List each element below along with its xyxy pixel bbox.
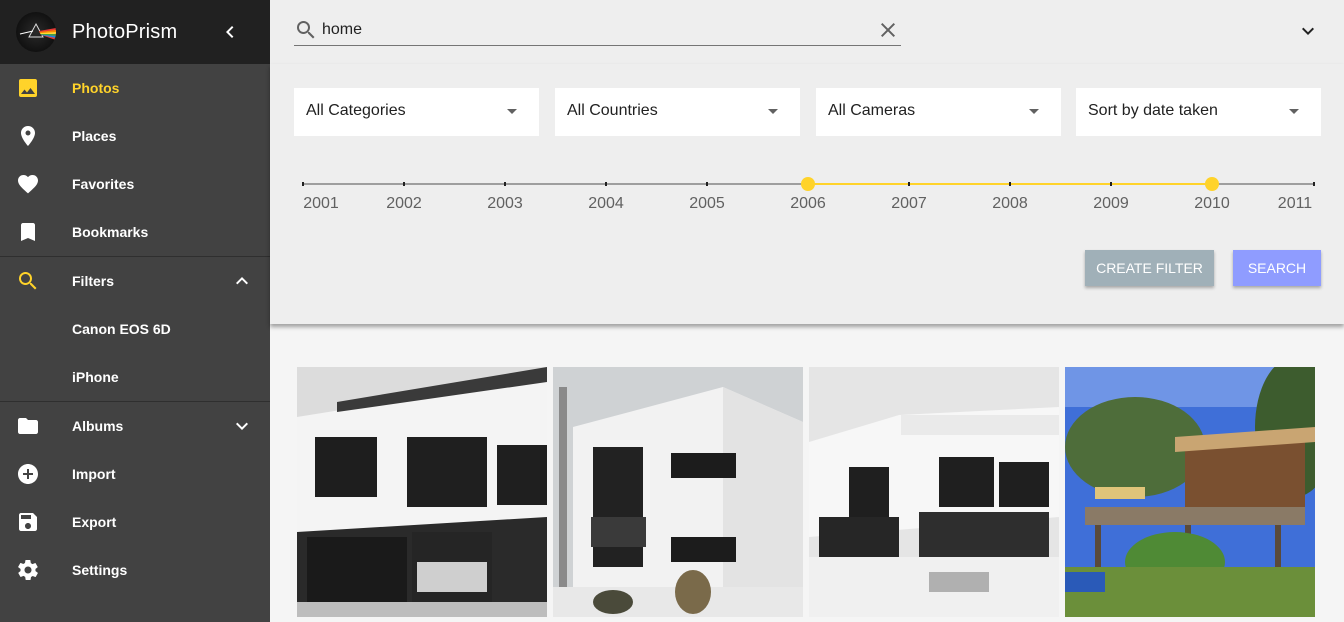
slider-tick <box>403 182 405 186</box>
gear-icon <box>18 560 38 580</box>
bookmark-icon <box>21 223 35 241</box>
slider-tick-label: 2010 <box>1194 195 1230 212</box>
slider-tick-label: 2002 <box>386 195 422 212</box>
slider-tick-label: 2004 <box>588 195 624 212</box>
dropdown-arrow-icon <box>768 109 778 114</box>
chevron-up-icon <box>236 277 248 285</box>
brand-bar: PhotoPrism <box>0 0 270 64</box>
search-toolbar <box>270 0 1344 64</box>
sidebar-item-import[interactable]: Import <box>0 450 270 498</box>
slider-tick <box>504 182 506 186</box>
sidebar-item-label: Settings <box>72 562 128 578</box>
sidebar-item-label: Import <box>72 466 116 482</box>
category-select[interactable]: All Categories <box>294 88 539 136</box>
place-icon <box>21 126 35 146</box>
sidebar-item-export[interactable]: Export <box>0 498 270 546</box>
year-range-slider[interactable]: 2001 2002 2003 2004 2005 2006 2007 2008 2009 2010… <box>302 176 1315 216</box>
create-filter-button[interactable]: Create Filter <box>1085 250 1214 286</box>
search-input[interactable] <box>322 18 862 42</box>
dropdown-arrow-icon <box>507 109 517 114</box>
sidebar-item-settings[interactable]: Settings <box>0 546 270 594</box>
slider-tick-label: 2011 <box>1277 195 1313 212</box>
slider-tick <box>1009 182 1011 186</box>
photo-card[interactable] <box>553 367 803 617</box>
add-circle-icon <box>18 464 38 484</box>
slider-tick <box>605 182 607 186</box>
sidebar-item-label: Canon EOS 6D <box>72 321 171 337</box>
slider-thumb-end[interactable] <box>1205 177 1219 191</box>
app-title: PhotoPrism <box>72 20 178 43</box>
sidebar-item-label: Places <box>72 128 117 144</box>
category-select-value: All Categories <box>306 102 406 119</box>
slider-tick <box>302 182 304 186</box>
chevron-left-icon[interactable] <box>218 20 242 44</box>
sidebar-item-places[interactable]: Places <box>0 112 270 160</box>
camera-select[interactable]: All Cameras <box>816 88 1061 136</box>
sidebar-item-label: Filters <box>72 273 115 289</box>
sidebar-item-canon-eos-6d[interactable]: Canon EOS 6D <box>0 305 270 353</box>
close-icon[interactable] <box>876 18 900 42</box>
nav-list-bottom: Albums Import Export Settings <box>0 402 270 594</box>
save-icon <box>19 513 37 531</box>
sidebar-item-iphone[interactable]: iPhone <box>0 353 270 401</box>
sidebar-item-label: Favorites <box>72 176 135 192</box>
search-icon <box>19 272 37 290</box>
folder-icon <box>18 418 38 434</box>
sort-select-value: Sort by date taken <box>1088 102 1218 119</box>
chevron-down-icon <box>236 422 248 430</box>
slider-tick-label: 2005 <box>689 195 725 212</box>
sort-select[interactable]: Sort by date taken <box>1076 88 1321 136</box>
slider-tick-label: 2007 <box>891 195 927 212</box>
sidebar-item-label: Albums <box>72 418 124 434</box>
sidebar-item-bookmarks[interactable]: Bookmarks <box>0 208 270 256</box>
slider-tick <box>1110 182 1112 186</box>
slider-tick-label: 2006 <box>790 195 826 212</box>
app-logo <box>16 12 56 52</box>
slider-tick-label: 2003 <box>487 195 523 212</box>
sidebar-item-label: Export <box>72 514 117 530</box>
image-icon <box>19 79 37 97</box>
slider-tick-label: 2008 <box>992 195 1028 212</box>
country-select-value: All Countries <box>567 102 658 119</box>
photo-card[interactable] <box>809 367 1059 617</box>
sidebar: PhotoPrism Photos Places Favorites Bookm… <box>0 0 270 622</box>
sidebar-item-label: Bookmarks <box>72 224 149 240</box>
camera-select-value: All Cameras <box>828 102 916 119</box>
dropdown-arrow-icon <box>1289 109 1299 114</box>
photo-card[interactable] <box>1065 367 1315 617</box>
slider-tick <box>1313 182 1315 186</box>
heart-icon <box>18 175 38 194</box>
search-icon <box>297 21 315 39</box>
country-select[interactable]: All Countries <box>555 88 800 136</box>
sidebar-item-photos[interactable]: Photos <box>0 64 270 112</box>
sidebar-item-filters[interactable]: Filters <box>0 257 270 305</box>
slider-tick <box>706 182 708 186</box>
search-field <box>294 14 901 46</box>
sidebar-item-label: Photos <box>72 80 120 96</box>
sidebar-item-albums[interactable]: Albums <box>0 402 270 450</box>
dropdown-arrow-icon <box>1029 109 1039 114</box>
chevron-down-icon[interactable] <box>1296 19 1320 43</box>
sidebar-item-favorites[interactable]: Favorites <box>0 160 270 208</box>
sidebar-item-label: iPhone <box>72 369 119 385</box>
nav-list-filters: Filters Canon EOS 6D iPhone <box>0 257 270 401</box>
photo-card[interactable] <box>297 367 547 617</box>
slider-tick-label: 2009 <box>1093 195 1129 212</box>
filter-panel: All Categories All Countries All Cameras… <box>270 64 1344 324</box>
search-button[interactable]: Search <box>1233 250 1321 286</box>
slider-thumb-start[interactable] <box>801 177 815 191</box>
slider-tick-label: 2001 <box>303 195 339 212</box>
slider-tick <box>908 182 910 186</box>
nav-list: Photos Places Favorites Bookmarks <box>0 64 270 256</box>
